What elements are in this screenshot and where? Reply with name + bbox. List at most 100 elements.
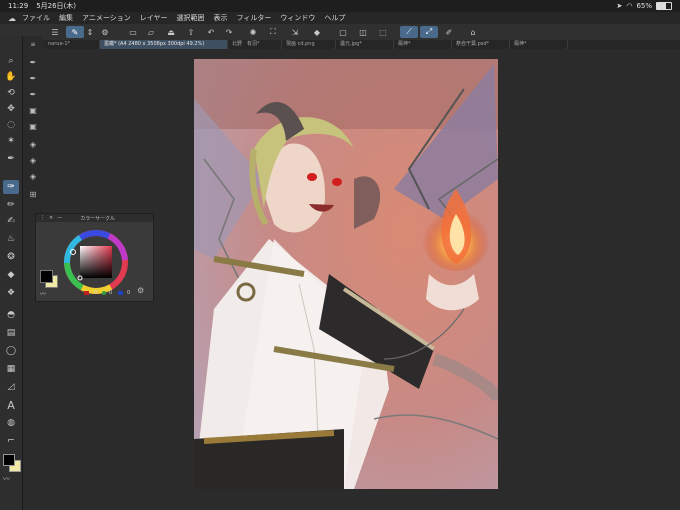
menu-selection[interactable]: 選択範囲 [177,13,205,23]
color-panel-title: カラーサークル [80,215,115,222]
color-panel-header: ⋮ ✕ — カラーサークル [36,214,153,222]
menu-view[interactable]: 表示 [214,13,228,23]
sv-shade [80,246,112,278]
transparent-color-icon[interactable]: 〰 [3,474,10,484]
blue-channel-icon [118,291,123,295]
rotate-icon[interactable]: ⟲ [3,86,19,100]
main-color-swatch[interactable] [40,270,53,283]
sub-tool-set4-icon[interactable]: ⊞ [26,188,40,200]
document-tabs: narue-1* 墨鐵* (A4 2480 x 3508px 300dpi 49… [44,40,680,49]
battery-icon [656,2,672,10]
pen-tool-icon[interactable]: ✑ [3,180,19,194]
transparent-color-icon[interactable]: 〰 [40,289,46,298]
panel-grip-icon[interactable]: ⋮ [40,215,45,221]
sub-tool-bar: ≡ ✒ ✒ ✒ ▣ ▣ ◈ ◈ ◈ ⊞ [23,36,43,216]
menu-animation[interactable]: アニメーション [82,13,131,23]
battery-percent: 65% [636,2,652,10]
snap-special-ruler-icon[interactable]: ⤢ [420,26,438,38]
loading-icon[interactable]: ✺ [246,26,260,38]
menu-file[interactable]: ファイル [22,13,50,23]
main-color-swatch[interactable] [3,454,15,466]
gradient-icon[interactable]: ▤ [3,326,19,340]
frame-icon[interactable]: ▦ [3,362,19,376]
snap-icon[interactable]: ✐ [442,26,456,38]
grid-snap-icon[interactable]: ⬚ [376,26,390,38]
red-value: 0 [94,290,98,296]
sub-tool-menu-icon[interactable]: ≡ [26,38,40,50]
undo-icon[interactable]: ↶ [204,26,218,38]
app-logo-icon[interactable]: ☁ [8,14,16,23]
sub-tool-pen-g-icon[interactable]: ✒ [26,56,40,68]
tab-document[interactable]: 鳳神* [394,40,452,49]
text-icon[interactable]: A [3,398,19,412]
tab-document[interactable]: 祭自干葉.psd* [452,40,510,49]
red-channel-icon [84,291,89,295]
minimize-icon[interactable]: — [57,215,62,221]
lasso-icon[interactable]: ◌ [3,118,19,132]
stepper-icon[interactable]: ⇕ [86,26,94,38]
balloon-icon[interactable]: ◍ [3,416,19,430]
location-icon: ➤ [616,2,623,10]
sub-tool-marker-icon[interactable]: ▣ [26,104,40,116]
snap-ruler-icon[interactable]: ⟋ [400,26,418,38]
sub-tool-set2-icon[interactable]: ◈ [26,154,40,166]
sub-tool-turnip-pen-icon[interactable]: ✒ [26,88,40,100]
menu-edit[interactable]: 編集 [59,13,73,23]
tab-document[interactable]: 遺元.jpg* [336,40,394,49]
menu-bar: ☁ ファイル 編集 アニメーション レイヤー 選択範囲 表示 フィルター ウィン… [0,12,680,24]
redo-icon[interactable]: ↷ [222,26,236,38]
menu-window[interactable]: ウィンドウ [280,13,315,23]
open-folder-icon[interactable]: ▱ [144,26,158,38]
menu-layer[interactable]: レイヤー [140,13,168,23]
export-icon[interactable]: ⇧ [184,26,198,38]
eyedropper-icon[interactable]: ✒ [3,152,19,166]
blend-icon[interactable]: ❖ [3,286,19,300]
canvas-artwork[interactable] [194,59,498,489]
menu-icon[interactable]: ☰ [48,26,62,38]
clear-icon[interactable]: ◆ [310,26,324,38]
close-icon[interactable]: ✕ [49,215,53,221]
magic-wand-icon[interactable]: ✶ [3,134,19,148]
tab-document-active[interactable]: 墨鐵* (A4 2480 x 3508px 300dpi 49.2%) [100,40,228,49]
transform-icon[interactable]: ⇲ [288,26,302,38]
eraser-icon[interactable]: ◆ [3,268,19,282]
menu-help[interactable]: ヘルプ [324,13,345,23]
layer-settings-icon[interactable]: ⚙ [98,26,112,38]
command-bar: ☰ ✎ ⇕ ⚙ ▭ ▱ ⏏ ⇧ ↶ ↷ ✺ ⛶ ⇲ ◆ ▢ ◫ ⬚ ⟋ ⤢ ✐ … [0,24,680,41]
airbrush-icon[interactable]: ♨ [3,232,19,246]
illustration-image [194,59,498,489]
move-layer-icon[interactable]: ✥ [3,102,19,116]
select-all-icon[interactable]: ▢ [336,26,350,38]
sub-tool-felt-icon[interactable]: ▣ [26,120,40,132]
brush-icon[interactable]: ✍ [3,214,19,228]
tab-document[interactable]: 現画 cd.png [282,40,336,49]
sub-tool-set3-icon[interactable]: ◈ [26,170,40,182]
menu-filter[interactable]: フィルター [237,13,272,23]
zoom-icon[interactable]: ⌕ [3,54,19,68]
crop-icon[interactable]: ⛶ [266,26,280,38]
color-settings-icon[interactable]: ⚙ [137,286,144,295]
fill-icon[interactable]: ◓ [3,308,19,322]
tab-document[interactable]: 北野 有羽* [228,40,282,49]
tab-document[interactable]: narue-1* [44,40,100,49]
tab-document[interactable]: 鳳神* [510,40,568,49]
status-date: 5月26日(木) [36,2,77,10]
pen-icon[interactable]: ✎ [66,26,84,38]
pencil-icon[interactable]: ✏ [3,198,19,212]
status-bar: 11:29 5月26日(木) ➤ ◠ 65% [0,0,680,12]
wifi-icon: ◠ [626,2,633,10]
ruler-icon[interactable]: ◿ [3,380,19,394]
new-file-icon[interactable]: ▭ [126,26,140,38]
correct-line-icon[interactable]: ⌐ [3,434,19,448]
quick-access-icon[interactable]: ⌂ [466,26,480,38]
decoration-icon[interactable]: ❂ [3,250,19,264]
status-time: 11:29 [8,2,29,10]
sub-tool-mapping-pen-icon[interactable]: ✒ [26,72,40,84]
blue-value: 0 [127,290,131,296]
figure-icon[interactable]: ◯ [3,344,19,358]
color-circle-panel: ⋮ ✕ — カラーサークル 〰 0 0 0 ⚙ [35,213,154,302]
deselect-icon[interactable]: ◫ [356,26,370,38]
sub-tool-set-icon[interactable]: ◈ [26,138,40,150]
hand-icon[interactable]: ✋ [3,70,19,84]
save-icon[interactable]: ⏏ [164,26,178,38]
